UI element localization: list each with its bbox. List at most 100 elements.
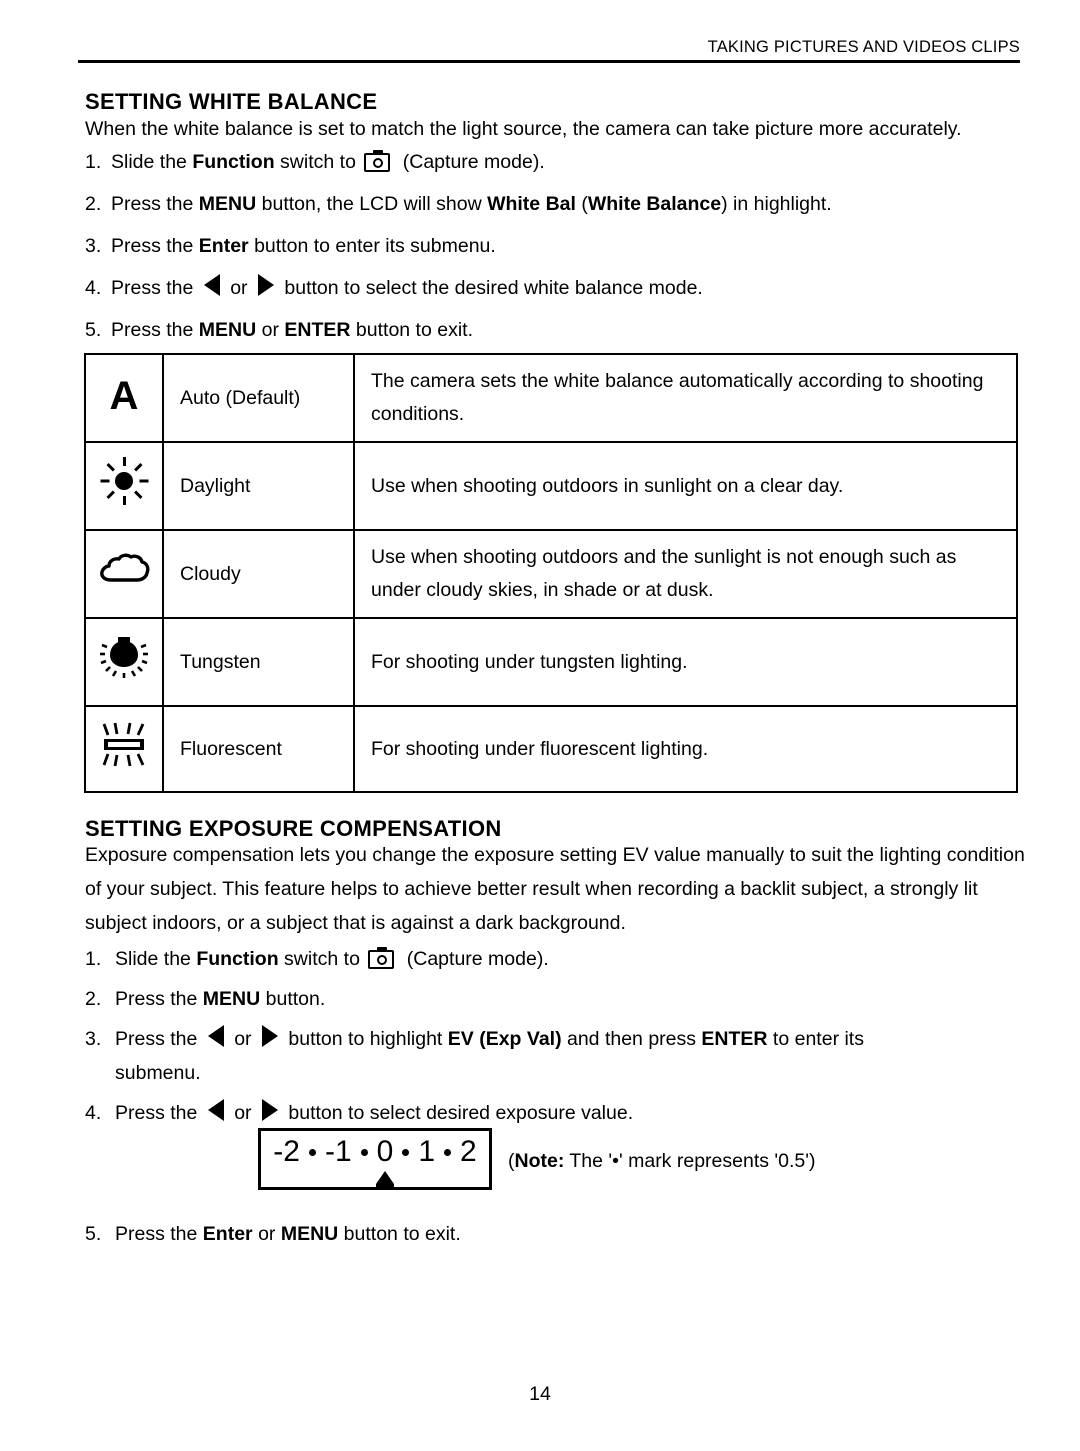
list-item: 4. Press the or button to select the des…	[85, 271, 1025, 305]
menu-keyword: MENU	[280, 1223, 339, 1245]
white-balance-keyword: White Balance	[587, 193, 722, 215]
bulb-icon	[99, 632, 149, 682]
step-text-mid2: (	[575, 193, 588, 215]
step-text: Slide the Function switch to (Capture mo…	[115, 942, 1025, 976]
mode-desc-cell: Use when shooting outdoors and the sunli…	[353, 529, 1018, 619]
ev-scale-figure: -2 -1 0 1 2	[258, 1128, 492, 1190]
step-text-mid: button, the LCD will show	[256, 193, 488, 215]
auto-a-icon: A	[109, 374, 139, 418]
white-balance-section-title: SETTING WHITE BALANCE	[85, 88, 378, 114]
ev-half-step-dot-icon	[308, 1148, 316, 1156]
mode-desc-cell: The camera sets the white balance automa…	[353, 353, 1018, 443]
function-keyword: Function	[192, 151, 275, 173]
list-item: 3. Press the or button to highlight EV (…	[85, 1022, 1025, 1090]
step-number: 3.	[85, 1028, 102, 1050]
ev-value: -1	[324, 1135, 352, 1168]
enter-keyword: Enter	[202, 1223, 253, 1245]
menu-keyword: MENU	[202, 988, 261, 1010]
mode-desc-line: For shooting under fluorescent lighting.	[371, 737, 709, 760]
table-row: Cloudy Use when shooting outdoors and th…	[84, 529, 1018, 619]
mode-label-cell: Auto (Default)	[162, 353, 355, 443]
list-item: 2. Press the MENU button.	[85, 982, 1025, 1016]
mode-label-cell: Fluorescent	[162, 705, 355, 793]
step-text: Slide the Function switch to (Capture mo…	[111, 145, 1025, 179]
triangle-right-icon	[261, 1025, 278, 1047]
mode-desc-line: under cloudy skies, in shade or at dusk.	[371, 579, 714, 601]
step-text-mid: or	[252, 1223, 281, 1245]
note-text: The '•' mark represents '0.5')	[564, 1150, 816, 1172]
ev-scale-row: -2 -1 0 1 2	[261, 1135, 489, 1187]
step-text-pre: Press the	[111, 319, 199, 341]
function-keyword: Function	[196, 948, 279, 970]
list-item: 5. Press the Enter or MENU button to exi…	[85, 1218, 461, 1250]
table-row: Fluorescent For shooting under fluoresce…	[84, 705, 1018, 793]
step-text: Press the MENU button, the LCD will show…	[111, 187, 1025, 221]
step-text-pre: Press the	[115, 1028, 203, 1050]
step-text: Press the or button to select desired ex…	[115, 1096, 1025, 1130]
step-text: Press the Enter or MENU button to exit.	[115, 1218, 461, 1250]
ev-value: 2	[460, 1135, 477, 1168]
triangle-left-icon	[203, 274, 220, 296]
mode-icon-cell	[84, 617, 164, 707]
list-item: 5. Press the MENU or ENTER button to exi…	[85, 313, 1025, 347]
mode-desc-cell: For shooting under tungsten lighting.	[353, 617, 1018, 707]
ev-value: -2	[273, 1135, 300, 1168]
table-row: Daylight Use when shooting outdoors in s…	[84, 441, 1018, 531]
list-item: 1. Slide the Function switch to (Capture…	[85, 942, 1025, 976]
ev-value: 1	[418, 1135, 436, 1168]
white-balance-modes-table: A Auto (Default) The camera sets the whi…	[84, 353, 1018, 793]
step-text-pre: Press the	[111, 193, 199, 215]
mode-desc-cell: Use when shooting outdoors in sunlight o…	[353, 441, 1018, 531]
step-text-post: (Capture mode).	[401, 948, 549, 970]
step-number: 5.	[85, 1223, 102, 1245]
step-text-mid: switch to	[278, 948, 366, 970]
menu-keyword: MENU	[198, 319, 257, 341]
page-number: 14	[529, 1383, 551, 1405]
mode-icon-cell: A	[84, 353, 164, 443]
step-number: 2.	[85, 988, 102, 1010]
mode-desc-line: Use when shooting outdoors and the sunli…	[371, 546, 957, 568]
step-text-mid: or	[228, 1028, 257, 1050]
step-number: 5.	[85, 319, 102, 341]
ev-half-step-dot-icon	[444, 1148, 452, 1156]
mode-label-cell: Tungsten	[162, 617, 355, 707]
step-number: 1.	[85, 948, 102, 970]
white-bal-keyword: White Bal	[487, 193, 576, 215]
step-text-pre: Slide the	[111, 151, 193, 173]
step-text-post: button to enter its submenu.	[248, 235, 496, 257]
step-text-mid: or	[256, 319, 285, 341]
mode-desc-line: Use when shooting outdoors in sunlight o…	[371, 474, 844, 497]
step-text-post: button to select the desired white balan…	[278, 277, 703, 299]
mode-icon-cell	[84, 441, 164, 531]
menu-keyword: MENU	[198, 193, 257, 215]
table-row: Tungsten For shooting under tungsten lig…	[84, 617, 1018, 707]
step-text: Press the Enter button to enter its subm…	[111, 229, 1025, 263]
triangle-right-icon	[257, 274, 274, 296]
mode-desc-line: The camera sets the white balance automa…	[371, 370, 984, 392]
step-text: Press the MENU button.	[115, 982, 1025, 1016]
step-number: 4.	[85, 277, 102, 299]
white-balance-steps-list: 1. Slide the Function switch to (Capture…	[85, 145, 1025, 355]
enter-keyword: ENTER	[284, 319, 351, 341]
step-number: 4.	[85, 1102, 102, 1124]
triangle-left-icon	[207, 1025, 224, 1047]
step-text-post: button to exit.	[338, 1223, 461, 1245]
mode-label-cell: Cloudy	[162, 529, 355, 619]
list-item: 2. Press the MENU button, the LCD will s…	[85, 187, 1025, 221]
cloud-icon	[98, 552, 150, 586]
step-text-mid2: button to highlight	[282, 1028, 448, 1050]
mode-desc-line: For shooting under tungsten lighting.	[371, 650, 688, 673]
ev-value-zero: 0	[373, 1135, 398, 1187]
triangle-left-icon	[207, 1099, 224, 1121]
step-text-pre: Press the	[111, 277, 199, 299]
white-balance-intro-paragraph: When the white balance is set to match t…	[85, 118, 962, 140]
note-label: Note:	[514, 1150, 565, 1172]
step-number: 3.	[85, 235, 102, 257]
step-text-post: button to select desired exposure value.	[282, 1102, 634, 1124]
ev-exp-val-keyword: EV (Exp Val)	[447, 1028, 562, 1050]
table-row: A Auto (Default) The camera sets the whi…	[84, 353, 1018, 443]
list-item: 3. Press the Enter button to enter its s…	[85, 229, 1025, 263]
step-text-mid3: and then press	[561, 1028, 702, 1050]
step-text-pre: Press the	[115, 988, 203, 1010]
ev-value-zero-label: 0	[376, 1135, 394, 1168]
